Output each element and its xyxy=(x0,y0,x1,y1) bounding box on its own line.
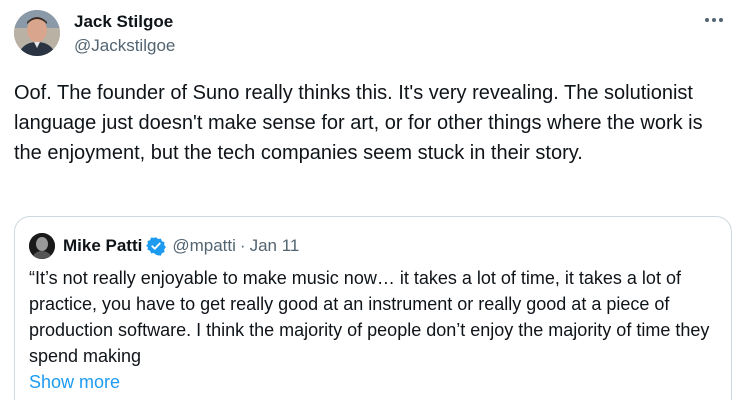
author-handle[interactable]: @Jackstilgoe xyxy=(74,35,175,57)
tweet-container: Jack Stilgoe @Jackstilgoe Oof. The found… xyxy=(0,0,742,400)
quoted-tweet-header: Mike Patti @mpatti · Jan 11 xyxy=(63,235,299,257)
quoted-author-handle[interactable]: @mpatti xyxy=(172,235,236,257)
tweet-text: Oof. The founder of Suno really thinks t… xyxy=(14,82,703,164)
quoted-tweet-date[interactable]: Jan 11 xyxy=(250,235,300,257)
quoted-avatar-image xyxy=(29,233,55,259)
quoted-tweet-text: “It’s not really enjoyable to make music… xyxy=(29,268,710,366)
quoted-tweet-card[interactable]: Mike Patti @mpatti · Jan 11 “It’s not re… xyxy=(14,216,732,400)
separator-dot: · xyxy=(239,236,246,255)
verified-badge-icon xyxy=(146,237,167,256)
more-options-button[interactable] xyxy=(700,8,728,32)
author-avatar[interactable] xyxy=(14,10,60,56)
more-horizontal-icon xyxy=(705,18,723,22)
quoted-author-avatar[interactable] xyxy=(29,233,55,259)
show-more-link[interactable]: Show more xyxy=(29,369,120,395)
author-name[interactable]: Jack Stilgoe xyxy=(74,11,173,33)
quoted-author-name[interactable]: Mike Patti xyxy=(63,235,142,257)
author-avatar-image xyxy=(14,10,60,56)
